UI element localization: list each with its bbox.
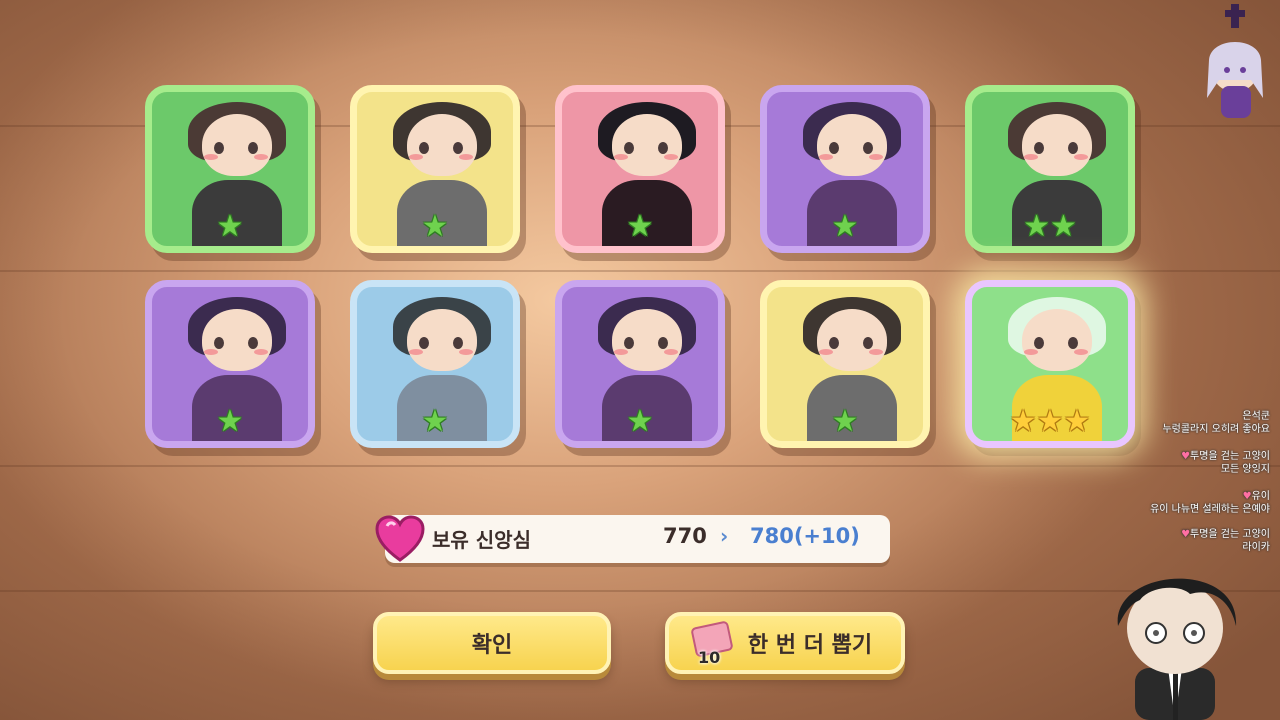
star-icon: ★ [626, 209, 654, 244]
star-rating: ★ [357, 407, 513, 437]
character-card[interactable]: ★ [350, 85, 520, 253]
faith-heart-icon [375, 515, 425, 562]
chat-user: 투명을 걷는 고양이 [1190, 529, 1270, 540]
star-rating: ★ [357, 212, 513, 242]
chat-text: 유이 나뉴면 설레하는 은예야 [1150, 504, 1270, 515]
draw-again-label: 한 번 더 뽑기 [747, 633, 873, 658]
character-card[interactable]: ★ [760, 85, 930, 253]
star-rating: ★ [152, 407, 308, 437]
chat-message: ♥투명을 걷는 고양이 모든 양잉지 [1181, 450, 1270, 476]
character-card-grid: ★ ★ ★ ★ ★★ ★ ★ ★ ★ ★★★ [145, 85, 1135, 450]
streamer-avatar [1117, 578, 1237, 720]
chat-text: 모든 양잉지 [1220, 464, 1270, 475]
character-card[interactable]: ★ [350, 280, 520, 448]
character-card[interactable]: ★★ [965, 85, 1135, 253]
mascot-avatar [1207, 4, 1263, 118]
heart-icon: ♥ [1242, 491, 1252, 502]
chat-text: 누렁콜라지 오히려 좋아요 [1162, 424, 1270, 435]
star-icon: ★ [1050, 209, 1077, 244]
ticket-count: 10 [698, 648, 721, 667]
star-icon: ★ [216, 209, 244, 244]
star-icon: ★ [421, 404, 449, 439]
character-card[interactable]: ★ [555, 85, 725, 253]
star-icon: ★ [1036, 404, 1064, 439]
chat-user: 은석쿤 [1242, 411, 1270, 422]
star-icon: ★ [421, 209, 449, 244]
chat-message: ♥유이 유이 나뉴면 설레하는 은예야 [1150, 490, 1270, 516]
character-card[interactable]: ★ [145, 280, 315, 448]
star-icon: ★ [626, 404, 654, 439]
chat-message: 은석쿤 누렁콜라지 오히려 좋아요 [1162, 410, 1270, 436]
character-card[interactable]: ★ [555, 280, 725, 448]
character-card[interactable]: ★★★ [965, 280, 1135, 448]
star-rating: ★ [562, 212, 718, 242]
star-rating: ★ [767, 407, 923, 437]
star-rating: ★ [767, 212, 923, 242]
star-icon: ★ [1009, 404, 1037, 439]
confirm-button[interactable]: 확인 [373, 612, 611, 674]
heart-icon: ♥ [1181, 529, 1191, 540]
star-icon: ★ [831, 209, 859, 244]
star-rating: ★ [562, 407, 718, 437]
chat-user: 유이 [1251, 491, 1270, 502]
star-rating: ★★ [972, 212, 1128, 242]
star-icon: ★ [1063, 404, 1091, 439]
star-icon: ★ [1023, 209, 1050, 244]
star-rating: ★★★ [972, 407, 1128, 437]
faith-new-value: 780(+10) [750, 524, 860, 548]
heart-icon: ♥ [1181, 451, 1191, 462]
confirm-button-label: 확인 [471, 633, 513, 658]
chat-user: 투명을 걷는 고양이 [1190, 451, 1270, 462]
character-card[interactable]: ★ [760, 280, 930, 448]
faith-label: 보유 신앙심 [432, 528, 531, 552]
star-icon: ★ [831, 404, 859, 439]
character-card[interactable]: ★ [145, 85, 315, 253]
star-icon: ★ [216, 404, 244, 439]
faith-current-value: 770 [663, 524, 707, 548]
faith-arrow-icon: › [720, 524, 729, 548]
star-rating: ★ [152, 212, 308, 242]
